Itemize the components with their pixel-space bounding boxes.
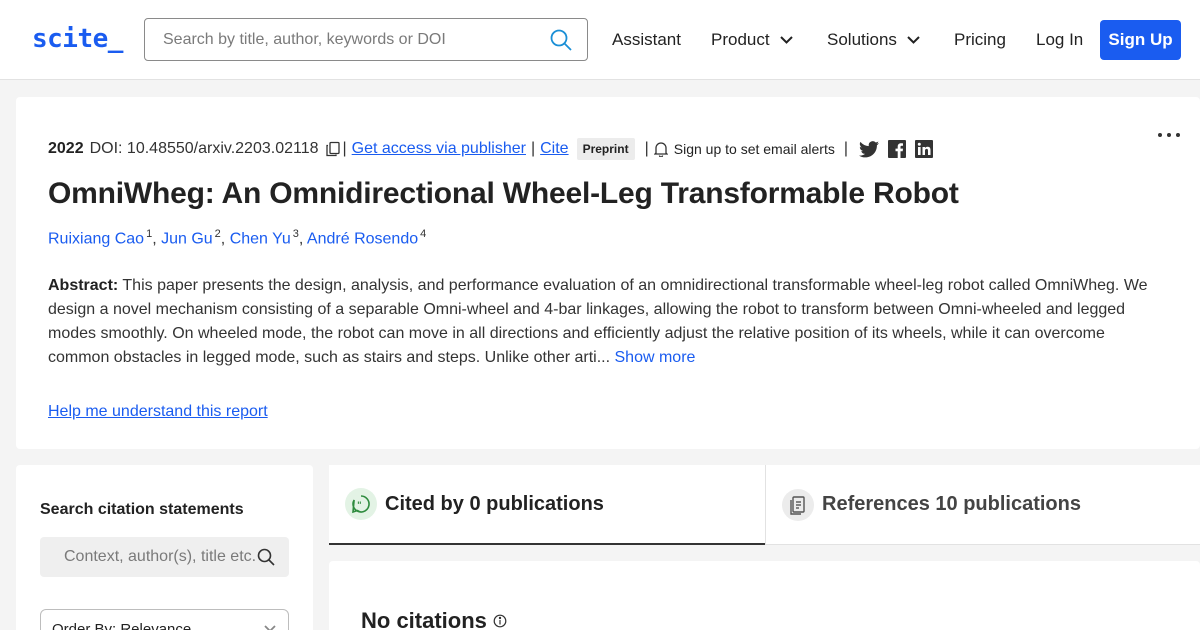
author-link[interactable]: André Rosendo: [307, 230, 418, 247]
separator: |: [342, 140, 347, 157]
login-link[interactable]: Log In: [1036, 30, 1083, 50]
order-by-select[interactable]: Order By: Relevance: [40, 609, 289, 630]
info-icon[interactable]: [493, 614, 507, 628]
more-options-icon[interactable]: [1158, 133, 1180, 137]
author-link[interactable]: Ruixiang Cao: [48, 230, 144, 247]
citation-search-box[interactable]: [40, 537, 289, 577]
help-understand-link[interactable]: Help me understand this report: [48, 403, 268, 421]
scite-logo[interactable]: scite_: [32, 24, 123, 54]
cite-link[interactable]: Cite: [540, 140, 568, 158]
abstract: Abstract: This paper presents the design…: [48, 274, 1158, 370]
nav-pricing[interactable]: Pricing: [954, 30, 1006, 50]
top-navbar: scite_ Assistant Product Solutions Prici…: [0, 0, 1200, 80]
search-input[interactable]: [145, 19, 535, 60]
abstract-label: Abstract:: [48, 277, 119, 294]
chevron-down-icon: [907, 36, 920, 44]
signup-button[interactable]: Sign Up: [1100, 20, 1181, 60]
linkedin-icon[interactable]: [915, 140, 933, 158]
citation-search-heading: Search citation statements: [40, 501, 244, 518]
no-citations-heading: No citations: [361, 608, 507, 630]
paper-title: OmniWheg: An Omnidirectional Wheel-Leg T…: [48, 177, 959, 210]
chevron-down-icon: [779, 36, 793, 44]
facebook-icon[interactable]: [888, 140, 906, 158]
search-icon[interactable]: [549, 28, 573, 52]
author-affiliation: 4: [420, 228, 427, 240]
doi-text: DOI: 10.48550/arxiv.2203.02118: [89, 140, 319, 157]
nav-assistant[interactable]: Assistant: [612, 30, 681, 50]
paper-meta: 2022 DOI: 10.48550/arxiv.2203.02118 | Ge…: [48, 138, 933, 160]
separator: |: [644, 140, 649, 157]
search-box[interactable]: [144, 18, 588, 61]
cited-by-icon: ": [345, 488, 377, 520]
paper-card: 2022 DOI: 10.48550/arxiv.2203.02118 | Ge…: [16, 97, 1200, 449]
citation-tabs: " Cited by 0 publications References 10 …: [329, 465, 1200, 545]
author-link[interactable]: Chen Yu: [230, 230, 291, 247]
references-icon: [782, 488, 814, 521]
author-list: Ruixiang Cao 1, Jun Gu 2, Chen Yu 3, André …: [48, 228, 427, 248]
bell-icon[interactable]: [653, 141, 668, 157]
get-access-link[interactable]: Get access via publisher: [352, 140, 526, 158]
tab-cited-by[interactable]: " Cited by 0 publications: [329, 465, 765, 545]
citation-search-input[interactable]: [40, 537, 260, 577]
show-more-link[interactable]: Show more: [610, 349, 696, 366]
references-label: References 10 publications: [822, 493, 1081, 515]
citation-results: No citations: [329, 561, 1200, 630]
abstract-text: This paper presents the design, analysis…: [48, 277, 1148, 366]
email-alerts-link[interactable]: Sign up to set email alerts: [674, 141, 835, 157]
nav-product[interactable]: Product: [711, 30, 793, 50]
nav-solutions[interactable]: Solutions: [827, 30, 920, 50]
twitter-icon[interactable]: [859, 140, 879, 158]
copy-icon[interactable]: [325, 141, 341, 157]
tab-references[interactable]: References 10 publications: [765, 465, 1200, 545]
svg-text:": ": [357, 501, 362, 511]
author-link[interactable]: Jun Gu: [161, 230, 213, 247]
share-links: [859, 140, 933, 158]
chevron-down-icon: [264, 625, 276, 630]
cited-by-label: Cited by 0 publications: [385, 492, 604, 515]
search-icon[interactable]: [257, 548, 275, 566]
publication-year: 2022: [48, 140, 84, 157]
preprint-badge: Preprint: [576, 138, 635, 160]
citation-search-panel: Search citation statements Order By: Rel…: [16, 465, 313, 630]
separator: |: [843, 140, 848, 157]
separator: |: [530, 140, 536, 157]
order-by-value: Order By: Relevance: [52, 621, 192, 630]
